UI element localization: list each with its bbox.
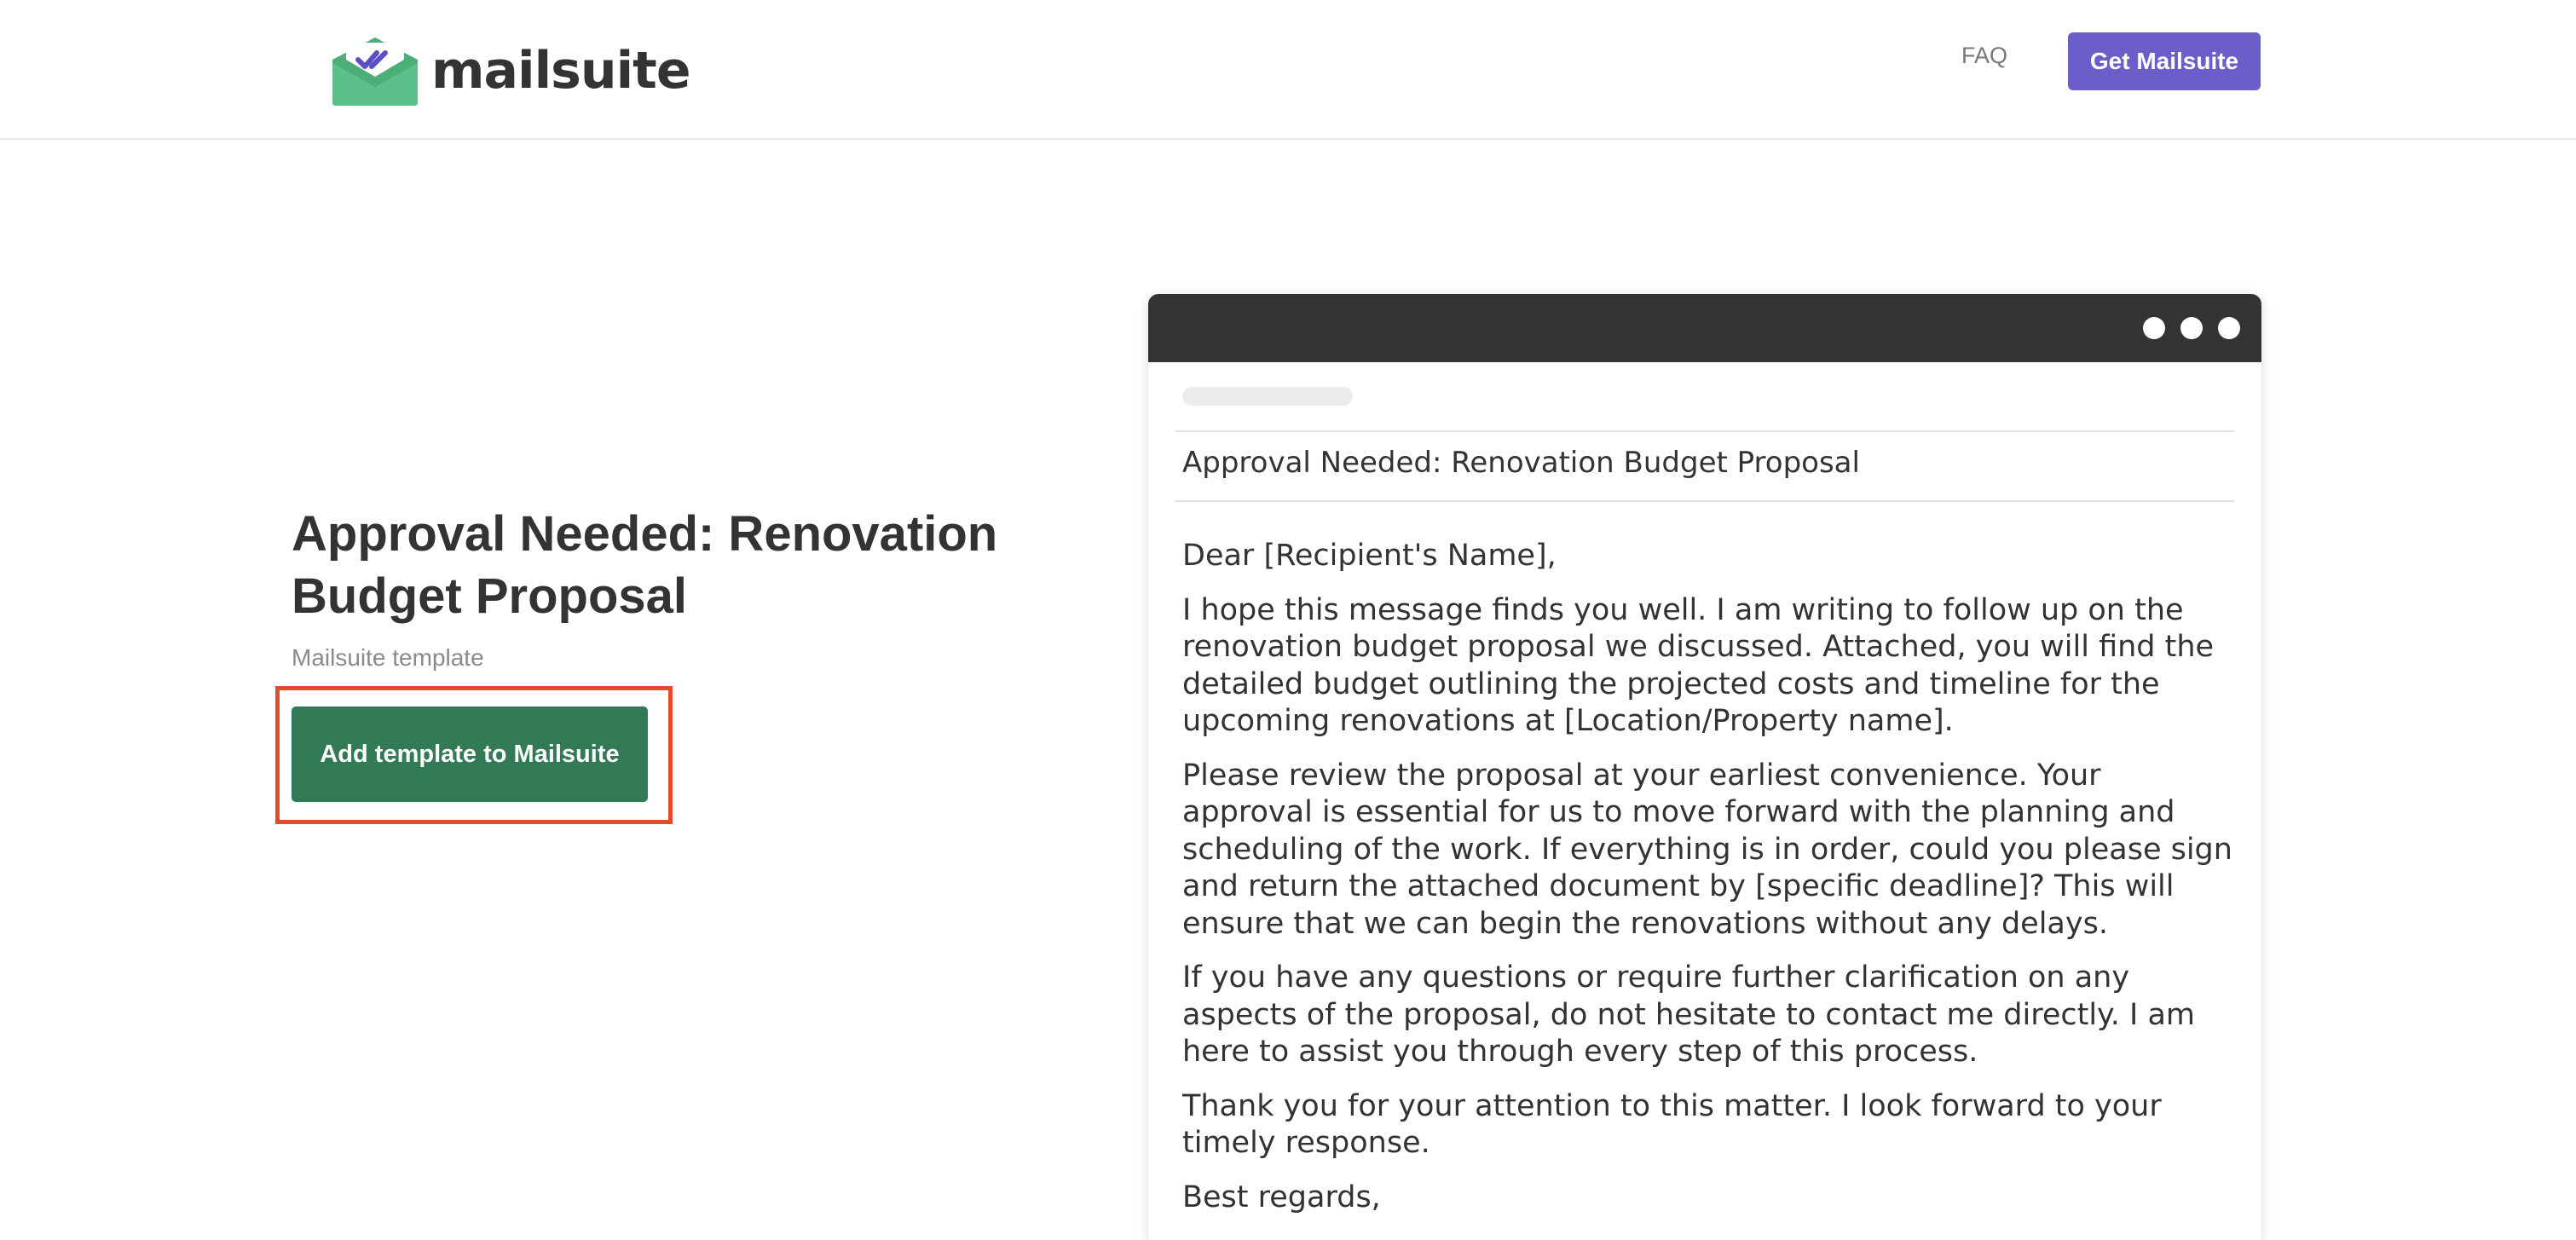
divider (1175, 430, 2234, 432)
email-paragraph: Dear [Recipient's Name], (1182, 539, 1557, 573)
envelope-check-icon (332, 37, 418, 106)
email-preview-card: Approval Needed: Renovation Budget Propo… (1148, 294, 2261, 1240)
window-title-bar (1148, 294, 2261, 362)
window-dot-icon (2180, 317, 2203, 339)
divider (1175, 500, 2234, 502)
faq-link[interactable]: FAQ (1961, 43, 2007, 69)
top-header: mailsuite FAQ Get Mailsuite (0, 0, 2576, 140)
logo-text: mailsuite (431, 41, 691, 101)
get-mailsuite-button[interactable]: Get Mailsuite (2068, 32, 2261, 90)
email-paragraph: Thank you for your attention to this mat… (1182, 1088, 2162, 1161)
template-subtitle: Mailsuite template (292, 644, 484, 671)
email-subject: Approval Needed: Renovation Budget Propo… (1182, 446, 1860, 480)
placeholder-bar (1182, 387, 1353, 406)
email-paragraph: Best regards, (1182, 1179, 1381, 1214)
mailsuite-logo[interactable]: mailsuite (329, 34, 691, 107)
window-dot-icon (2218, 317, 2240, 339)
email-body: Dear [Recipient's Name], I hope this mes… (1182, 538, 2236, 1233)
window-dot-icon (2143, 317, 2165, 339)
add-template-button[interactable]: Add template to Mailsuite (292, 707, 648, 802)
email-paragraph: Please review the proposal at your earli… (1182, 758, 2232, 941)
template-title: Approval Needed: Renovation Budget Propo… (292, 506, 998, 624)
email-paragraph: I hope this message finds you well. I am… (1182, 592, 2215, 739)
email-paragraph: If you have any questions or require fur… (1182, 960, 2196, 1069)
